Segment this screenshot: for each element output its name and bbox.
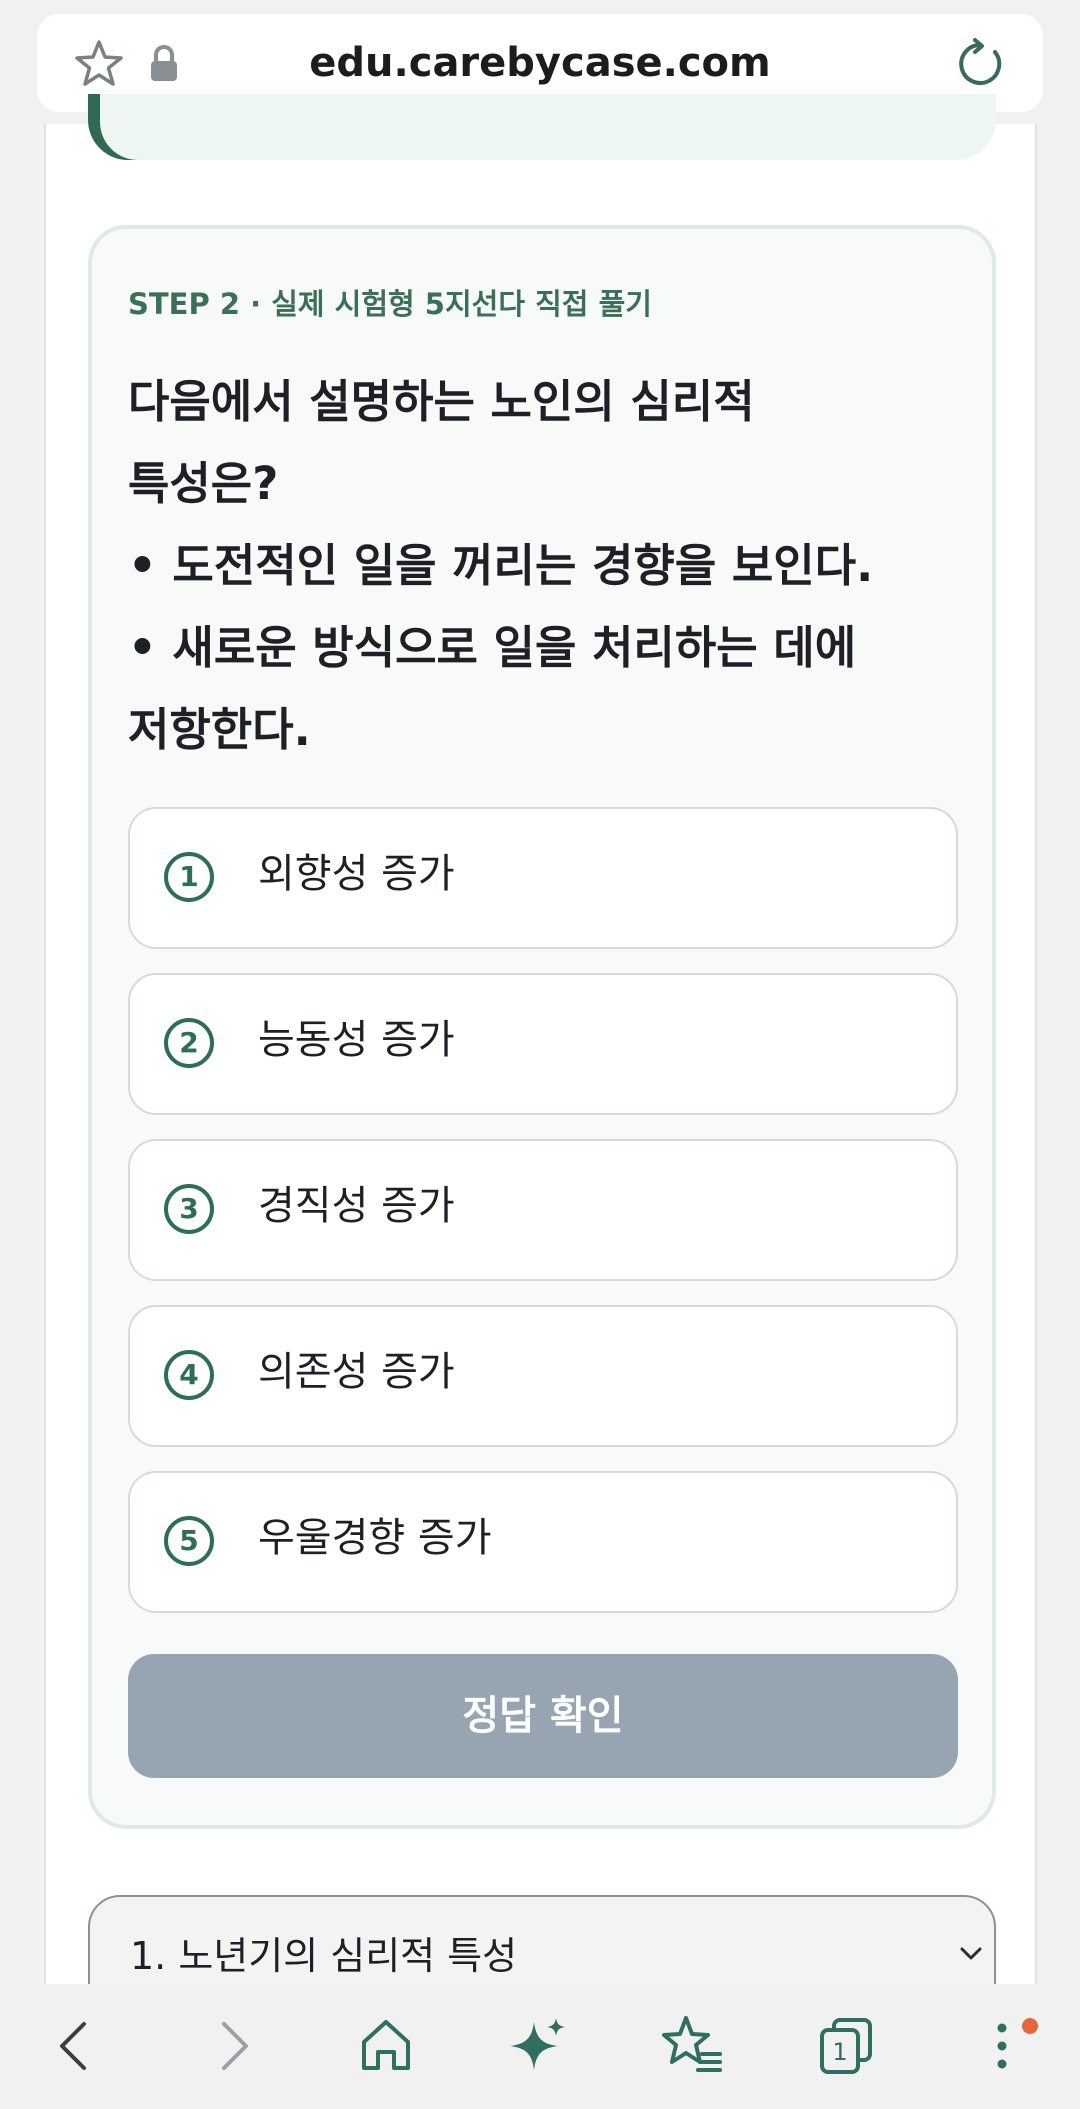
step-label: STEP 2 · 실제 시험형 5지선다 직접 풀기 [128, 287, 652, 321]
forward-arrow-icon [222, 2022, 248, 2070]
menu-button[interactable] [960, 2004, 1044, 2088]
question-line: • 새로운 방식으로 일을 처리하는 데에 [128, 621, 857, 674]
bookmarks-button[interactable] [650, 2004, 734, 2088]
back-arrow-icon [60, 2022, 86, 2070]
ai-sparkle-button[interactable] [496, 2004, 580, 2088]
option-number: 5 [164, 1516, 214, 1566]
notification-dot [1022, 2018, 1038, 2034]
browser-bottom-nav: 1 [0, 1984, 1080, 2109]
option-label: 능동성 증가 [258, 1017, 455, 1063]
home-button[interactable] [344, 2004, 428, 2088]
answer-option-4[interactable]: 4 의존성 증가 [128, 1305, 958, 1447]
question-line: • 도전적인 일을 꺼리는 경향을 보인다. [128, 539, 874, 592]
answer-option-1[interactable]: 1 외향성 증가 [128, 807, 958, 949]
option-label: 우울경향 증가 [258, 1515, 492, 1561]
question-line: 다음에서 설명하는 노인의 심리적 [128, 375, 755, 428]
quiz-card: STEP 2 · 실제 시험형 5지선다 직접 풀기 다음에서 설명하는 노인의… [88, 225, 996, 1829]
check-answer-button[interactable]: 정답 확인 [128, 1654, 958, 1778]
accordion-title: 1. 노년기의 심리적 특성 [130, 1934, 518, 1978]
question-line: 특성은? [128, 457, 279, 510]
page: edu.carebycase.com STEP 2 · 실제 시험형 5지선다 … [0, 0, 1080, 2109]
more-vertical-icon [997, 2023, 1007, 2069]
chevron-down-icon [960, 1947, 982, 1960]
option-number: 1 [164, 852, 214, 902]
tabs-icon: 1 [820, 2018, 872, 2074]
answer-options: 1 외향성 증가 2 능동성 증가 3 경직성 증가 4 의존성 증가 5 우울… [128, 807, 958, 1637]
option-number: 3 [164, 1184, 214, 1234]
question-line: 저항한다. [128, 703, 311, 756]
back-button[interactable] [34, 2004, 118, 2088]
tabs-button[interactable]: 1 [804, 2004, 888, 2088]
answer-option-5[interactable]: 5 우울경향 증가 [128, 1471, 958, 1613]
sparkle-icon [510, 2018, 565, 2070]
bookmarks-star-list-icon [662, 2016, 722, 2072]
option-label: 외향성 증가 [258, 851, 455, 897]
tab-count: 1 [832, 2038, 847, 2066]
option-number: 4 [164, 1350, 214, 1400]
content-column: STEP 2 · 실제 시험형 5지선다 직접 풀기 다음에서 설명하는 노인의… [44, 94, 1037, 2035]
option-label: 의존성 증가 [258, 1349, 455, 1395]
home-icon [362, 2020, 410, 2070]
question-text: 다음에서 설명하는 노인의 심리적 특성은? • 도전적인 일을 꺼리는 경향을… [128, 361, 948, 771]
option-number: 2 [164, 1018, 214, 1068]
previous-card-edge [88, 94, 996, 160]
answer-option-2[interactable]: 2 능동성 증가 [128, 973, 958, 1115]
forward-button[interactable] [190, 2004, 274, 2088]
option-label: 경직성 증가 [258, 1183, 455, 1229]
refresh-icon[interactable] [955, 38, 1007, 90]
answer-option-3[interactable]: 3 경직성 증가 [128, 1139, 958, 1281]
